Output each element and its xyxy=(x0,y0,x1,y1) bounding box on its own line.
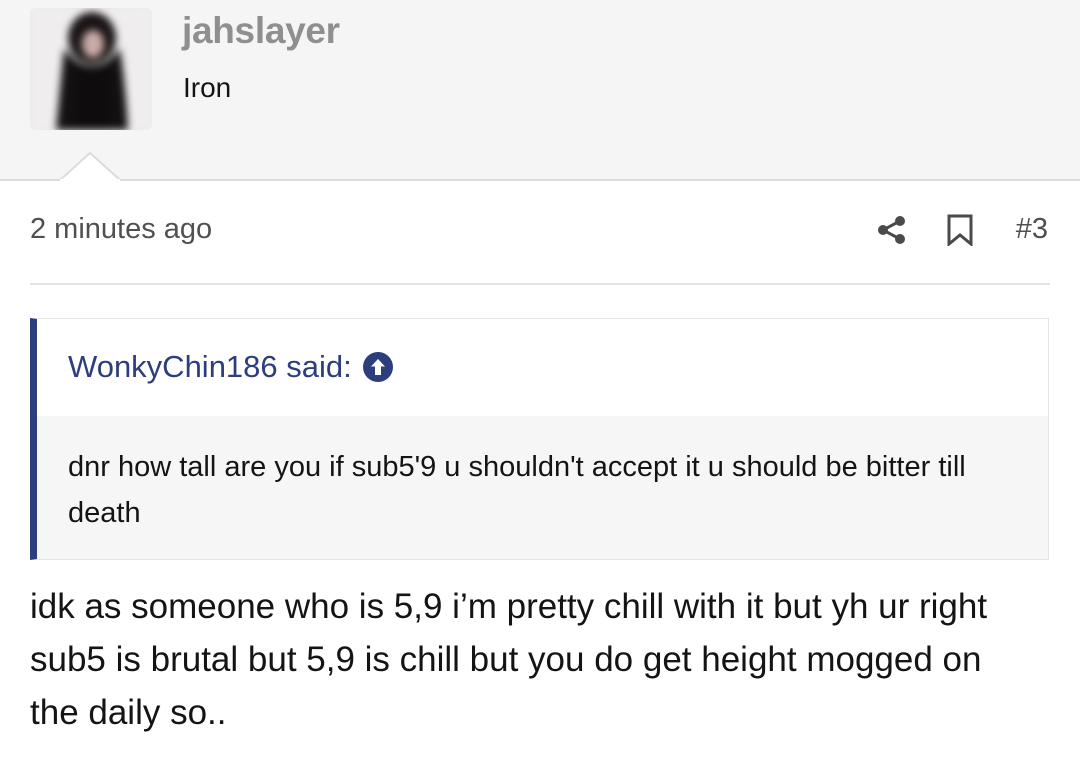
avatar-image xyxy=(30,8,152,130)
quote-block: WonkyChin186 said: dnr how tall are you … xyxy=(30,318,1049,560)
divider xyxy=(30,283,1050,285)
share-icon[interactable] xyxy=(875,214,907,246)
quote-author-link[interactable]: WonkyChin186 said: xyxy=(68,349,394,385)
message-pointer-arrow xyxy=(60,152,120,181)
bookmark-icon[interactable] xyxy=(945,214,975,246)
user-header: jahslayer Iron xyxy=(0,0,1080,181)
user-title: Iron xyxy=(183,72,232,103)
avatar[interactable] xyxy=(30,8,152,130)
arrow-up-circle-icon[interactable] xyxy=(362,351,394,383)
post-body-text: idk as someone who is 5,9 i’m pretty chi… xyxy=(30,587,988,732)
quote-body: dnr how tall are you if sub5'9 u shouldn… xyxy=(37,416,1048,559)
post-number-link[interactable]: #3 xyxy=(1016,213,1048,246)
post-meta-row: 2 minutes ago #3 xyxy=(30,205,1050,265)
username[interactable]: jahslayer xyxy=(182,10,340,52)
quote-author-label: WonkyChin186 said: xyxy=(68,349,352,384)
post-timestamp[interactable]: 2 minutes ago xyxy=(30,213,212,246)
quote-header: WonkyChin186 said: xyxy=(37,319,1048,416)
